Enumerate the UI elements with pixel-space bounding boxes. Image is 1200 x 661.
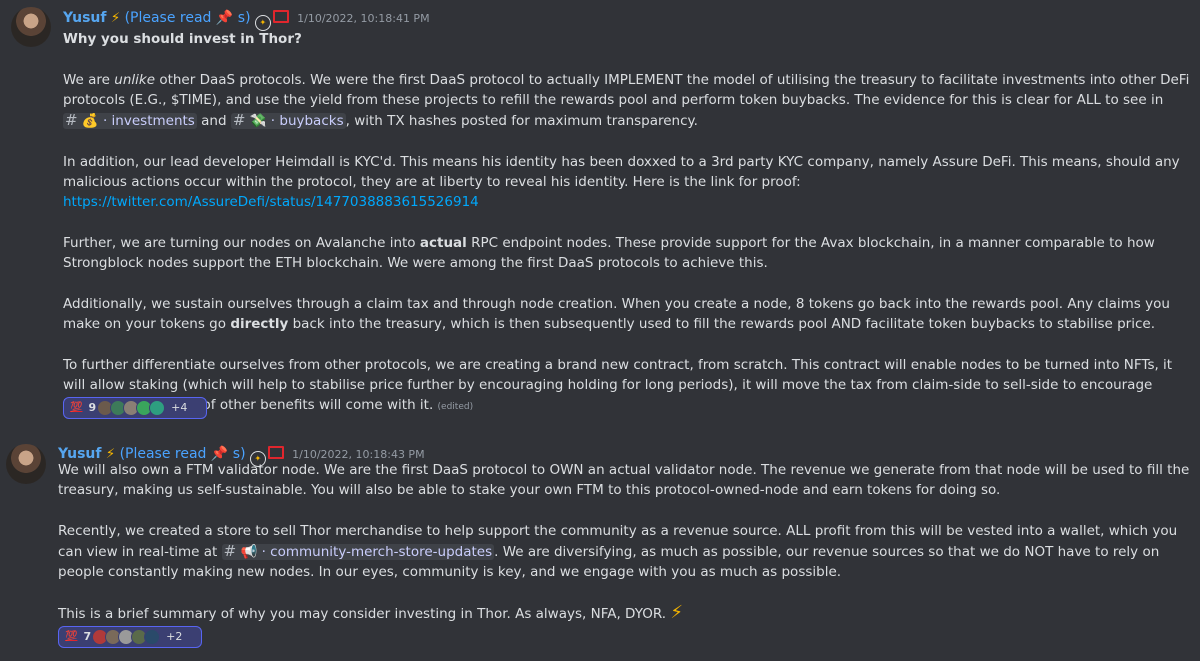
hash-icon: # xyxy=(232,111,246,130)
text: In addition, our lead developer Heimdall… xyxy=(63,153,1180,191)
reactor-avatar xyxy=(144,629,161,645)
text: , with TX hashes posted for maximum tran… xyxy=(345,113,698,130)
monitor-icon xyxy=(267,446,284,459)
channel-name: 💸 · buybacks xyxy=(249,113,344,130)
paragraph: We are unlike other DaaS protocols. We w… xyxy=(63,70,1190,132)
hundred-icon: 💯 xyxy=(70,401,83,413)
lightning-icon: ⚡ xyxy=(110,10,121,26)
channel-name: 📢 · community-merch-store-updates xyxy=(240,544,493,561)
channel-mention-investments[interactable]: # 💰 · investments xyxy=(63,111,197,130)
role-suffix: s) xyxy=(237,10,251,26)
text: Further, we are turning our nodes on Ava… xyxy=(63,234,420,251)
monitor-icon xyxy=(272,10,289,23)
text: To further differentiate ourselves from … xyxy=(63,356,1173,414)
paragraph: Recently, we created a store to sell Tho… xyxy=(58,521,1190,583)
hash-icon: # xyxy=(65,111,78,130)
more-reactors: +2 xyxy=(166,629,183,643)
text: This is a brief summary of why you may c… xyxy=(58,606,671,623)
proof-link[interactable]: https://twitter.com/AssureDefi/status/14… xyxy=(63,194,479,210)
italic-text: unlike xyxy=(114,71,156,88)
bold-text: actual xyxy=(419,234,467,251)
edited-label: (edited) xyxy=(437,402,474,413)
reactor-avatar xyxy=(149,400,166,416)
lightning-icon: ⚡ xyxy=(670,602,683,624)
message-content: We will also own a FTM validator node. W… xyxy=(58,460,1190,645)
hundred-icon: 💯 xyxy=(65,630,78,642)
role-text: (Please read 📌 s) xyxy=(125,10,251,26)
paragraph: We will also own a FTM validator node. W… xyxy=(58,462,1190,499)
timestamp[interactable]: 1/10/2022, 10:18:41 PM xyxy=(297,12,429,25)
paragraph: To further differentiate ourselves from … xyxy=(63,355,1190,418)
reaction-count: 7 xyxy=(83,629,92,643)
message-content: Why you should invest in Thor? We are un… xyxy=(63,29,1190,438)
reaction-button[interactable]: 💯 7 +2 xyxy=(58,626,202,648)
text: and xyxy=(196,113,231,130)
message-title: Why you should invest in Thor? xyxy=(63,31,302,47)
text: back into the treasury, which is then su… xyxy=(288,316,1155,333)
channel-name: 💰 · investments xyxy=(81,113,195,130)
reaction-count: 9 xyxy=(88,400,97,414)
paragraph: Further, we are turning our nodes on Ava… xyxy=(63,233,1190,274)
pin-icon: 📌 xyxy=(215,10,234,26)
channel-mention-buybacks[interactable]: # 💸 · buybacks xyxy=(230,111,346,130)
hash-icon: # xyxy=(223,542,237,561)
paragraph: In addition, our lead developer Heimdall… xyxy=(63,152,1190,213)
message-header: Yusuf ⚡ (Please read 📌 s) ✦ 1/10/2022, 1… xyxy=(63,8,430,31)
more-reactors: +4 xyxy=(171,400,188,414)
user-avatar[interactable] xyxy=(11,7,51,47)
text: We are xyxy=(63,71,115,88)
paragraph: This is a brief summary of why you may c… xyxy=(58,602,1190,624)
paragraph: Additionally, we sustain ourselves throu… xyxy=(63,294,1190,335)
reaction-button[interactable]: 💯 9 +4 xyxy=(63,397,207,419)
role-prefix: (Please read xyxy=(124,10,212,26)
user-avatar[interactable] xyxy=(6,444,46,484)
text: other DaaS protocols. We were the first … xyxy=(63,71,1190,108)
username[interactable]: Yusuf xyxy=(63,10,106,26)
bold-text: directly xyxy=(230,316,289,333)
channel-mention-merch-store[interactable]: # 📢 · community-merch-store-updates xyxy=(221,542,495,561)
